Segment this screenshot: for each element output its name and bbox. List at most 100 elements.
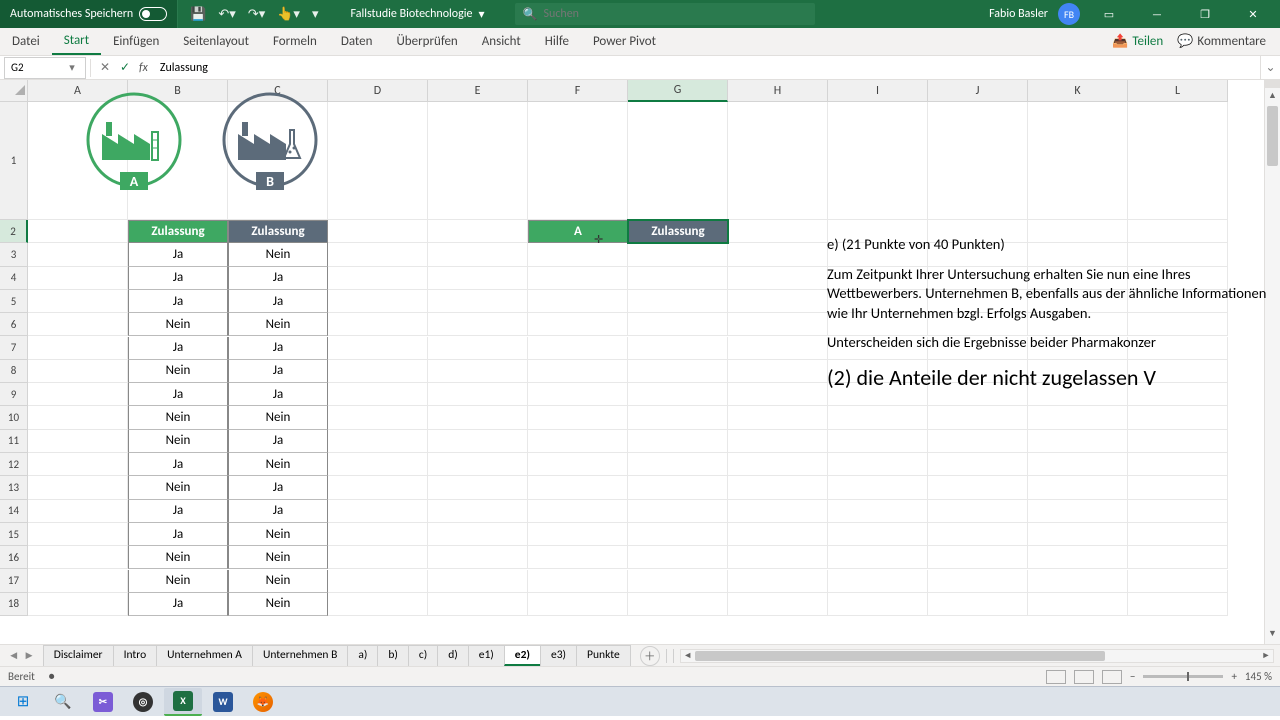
select-all-corner[interactable] [0,80,28,102]
cell-G16[interactable] [628,546,728,569]
row-header-11[interactable]: 11 [0,430,28,453]
sheet-tab-d[interactable]: d) [437,645,469,666]
cell-B4[interactable]: Ja [128,267,228,290]
cell-J10[interactable] [928,406,1028,429]
cell-L13[interactable] [1128,476,1228,499]
cell-A2[interactable] [28,220,128,243]
cell-C10[interactable]: Nein [228,406,328,429]
sheet-tab-e3[interactable]: e3) [540,645,577,666]
comments-button[interactable]: 💬 Kommentare [1177,34,1266,49]
sheet-tab-c[interactable]: c) [408,645,438,666]
row-header-17[interactable]: 17 [0,569,28,592]
col-header-E[interactable]: E [428,80,528,102]
cell-F16[interactable] [528,546,628,569]
cell-E18[interactable] [428,593,528,616]
row-header-12[interactable]: 12 [0,453,28,476]
cell-C3[interactable]: Nein [228,243,328,266]
cell-C14[interactable]: Ja [228,500,328,523]
col-header-L[interactable]: L [1128,80,1228,102]
cell-B13[interactable]: Nein [128,476,228,499]
cell-G14[interactable] [628,500,728,523]
zoom-level[interactable]: 145 % [1245,670,1272,683]
cell-H12[interactable] [728,453,828,476]
cell-A8[interactable] [28,360,128,383]
cell-G7[interactable] [628,337,728,360]
cell-B17[interactable]: Nein [128,570,228,593]
cell-H5[interactable] [728,290,828,313]
scroll-up-icon[interactable]: ▲ [1265,90,1280,106]
zoom-in-icon[interactable]: + [1231,670,1236,683]
cell-F3[interactable] [528,243,628,266]
cell-A11[interactable] [28,430,128,453]
search-input[interactable] [544,7,807,21]
sheet-nav[interactable]: ◄ ► [0,649,43,663]
cell-B5[interactable]: Ja [128,290,228,313]
cell-F4[interactable] [528,267,628,290]
cell-C18[interactable]: Nein [228,593,328,616]
cell-E6[interactable] [428,313,528,336]
cell-G18[interactable] [628,593,728,616]
row-header-14[interactable]: 14 [0,500,28,523]
maximize-icon[interactable]: ❐ [1186,0,1224,28]
cell-B8[interactable]: Nein [128,360,228,383]
cell-J14[interactable] [928,500,1028,523]
col-header-F[interactable]: F [528,80,628,102]
tab-power pivot[interactable]: Power Pivot [581,28,668,55]
sheet-nav-next-icon[interactable]: ► [23,649,34,663]
cell-F1[interactable] [528,102,628,220]
cell-F12[interactable] [528,453,628,476]
cell-C15[interactable]: Nein [228,523,328,546]
col-header-I[interactable]: I [828,80,928,102]
tab-ansicht[interactable]: Ansicht [470,28,533,55]
cell-G9[interactable] [628,383,728,406]
row-header-15[interactable]: 15 [0,523,28,546]
cell-H1[interactable] [728,102,828,220]
scroll-thumb[interactable] [1267,106,1278,166]
sheet-tab-punkte[interactable]: Punkte [576,645,631,666]
cell-D13[interactable] [328,476,428,499]
cell-E3[interactable] [428,243,528,266]
redo-icon[interactable]: ↷▾ [248,7,265,22]
name-box[interactable]: G2 ▾ [4,57,86,79]
user-avatar[interactable]: FB [1058,3,1080,25]
cell-A16[interactable] [28,546,128,569]
cell-F18[interactable] [528,593,628,616]
cell-D16[interactable] [328,546,428,569]
cell-H10[interactable] [728,406,828,429]
cell-K11[interactable] [1028,430,1128,453]
cell-B12[interactable]: Ja [128,453,228,476]
minimize-icon[interactable]: — [1138,0,1176,28]
cell-J12[interactable] [928,453,1028,476]
cell-B9[interactable]: Ja [128,383,228,406]
scroll-right-icon[interactable]: ► [1259,650,1273,661]
row-header-3[interactable]: 3 [0,243,28,266]
cell-E13[interactable] [428,476,528,499]
cell-F8[interactable] [528,360,628,383]
row-header-6[interactable]: 6 [0,313,28,336]
qat-dropdown-icon[interactable]: ▾ [312,7,319,22]
cell-L10[interactable] [1128,406,1228,429]
cell-F6[interactable] [528,313,628,336]
tab-seitenlayout[interactable]: Seitenlayout [171,28,261,55]
cell-A6[interactable] [28,313,128,336]
tab-datei[interactable]: Datei [0,28,52,55]
col-header-G[interactable]: G [628,80,728,102]
cell-G11[interactable] [628,430,728,453]
cell-C13[interactable]: Ja [228,476,328,499]
cell-D12[interactable] [328,453,428,476]
cell-G3[interactable] [628,243,728,266]
word-taskbar-icon[interactable]: W [204,688,242,716]
cell-A4[interactable] [28,267,128,290]
formula-input[interactable] [154,61,1260,75]
cell-C9[interactable]: Ja [228,383,328,406]
cell-D1[interactable] [328,102,428,220]
col-header-K[interactable]: K [1028,80,1128,102]
cell-B7[interactable]: Ja [128,337,228,360]
cell-L11[interactable] [1128,430,1228,453]
cell-L14[interactable] [1128,500,1228,523]
cell-G4[interactable] [628,267,728,290]
cell-I12[interactable] [828,453,928,476]
row-header-4[interactable]: 4 [0,267,28,290]
cell-K16[interactable] [1028,546,1128,569]
cell-I17[interactable] [828,570,928,593]
